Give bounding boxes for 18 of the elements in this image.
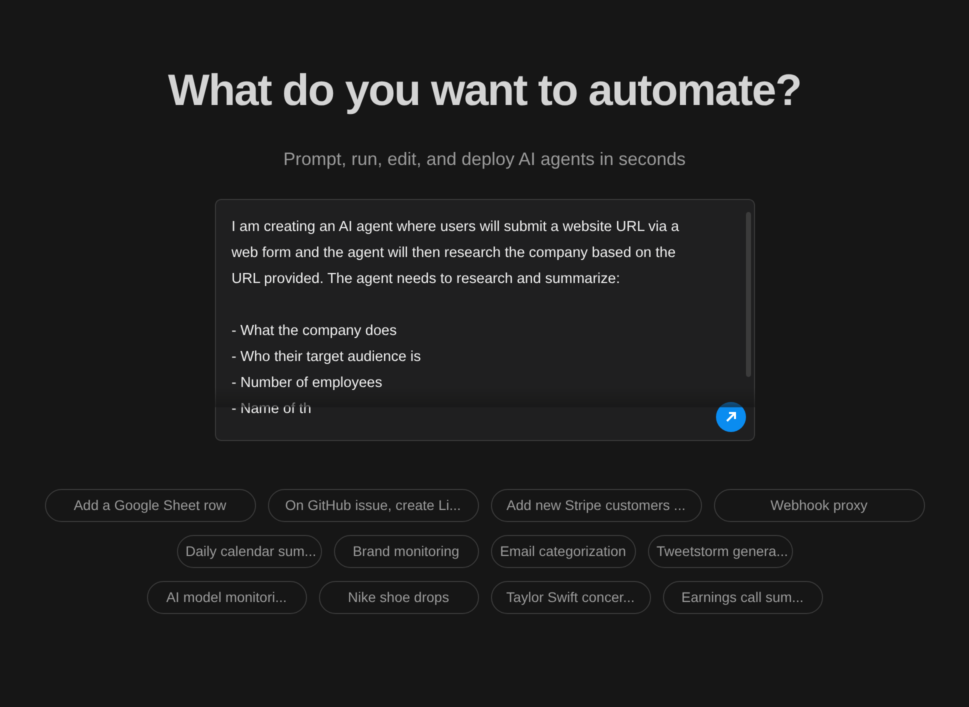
suggestion-chip[interactable]: Add a Google Sheet row <box>44 489 256 522</box>
suggestion-chip[interactable]: Nike shoe drops <box>318 581 478 614</box>
suggestion-chip[interactable]: Brand monitoring <box>334 535 478 568</box>
suggestion-chip[interactable]: On GitHub issue, create Li... <box>268 489 478 522</box>
prompt-field[interactable]: I am creating an AI agent where users will submit a website URL via a web form and the agent will then research the company based on the URL provided. The agent needs to research and summarize: - What the company does - Who their target audience is - Number of employees - Name of th <box>214 199 754 441</box>
page-heading: What do you want to automate? <box>168 65 801 117</box>
suggestion-chip[interactable]: Taylor Swift concer... <box>490 581 650 614</box>
suggestion-chip[interactable]: Email categorization <box>490 535 636 568</box>
suggestion-chip[interactable]: Tweetstorm genera... <box>648 535 792 568</box>
suggestion-chip[interactable]: Earnings call sum... <box>662 581 822 614</box>
suggestion-chip[interactable]: Daily calendar sum... <box>176 535 322 568</box>
submit-button[interactable] <box>716 402 746 432</box>
scrollbar[interactable] <box>746 212 750 377</box>
suggestion-chip[interactable]: Webhook proxy <box>714 489 924 522</box>
suggestion-chip[interactable]: AI model monitori... <box>146 581 306 614</box>
subtitle: Prompt, run, edit, and deploy AI agents in seconds <box>283 148 686 171</box>
suggestion-chip[interactable]: Add new Stripe customers ... <box>490 489 702 522</box>
arrow-icon <box>724 410 738 424</box>
